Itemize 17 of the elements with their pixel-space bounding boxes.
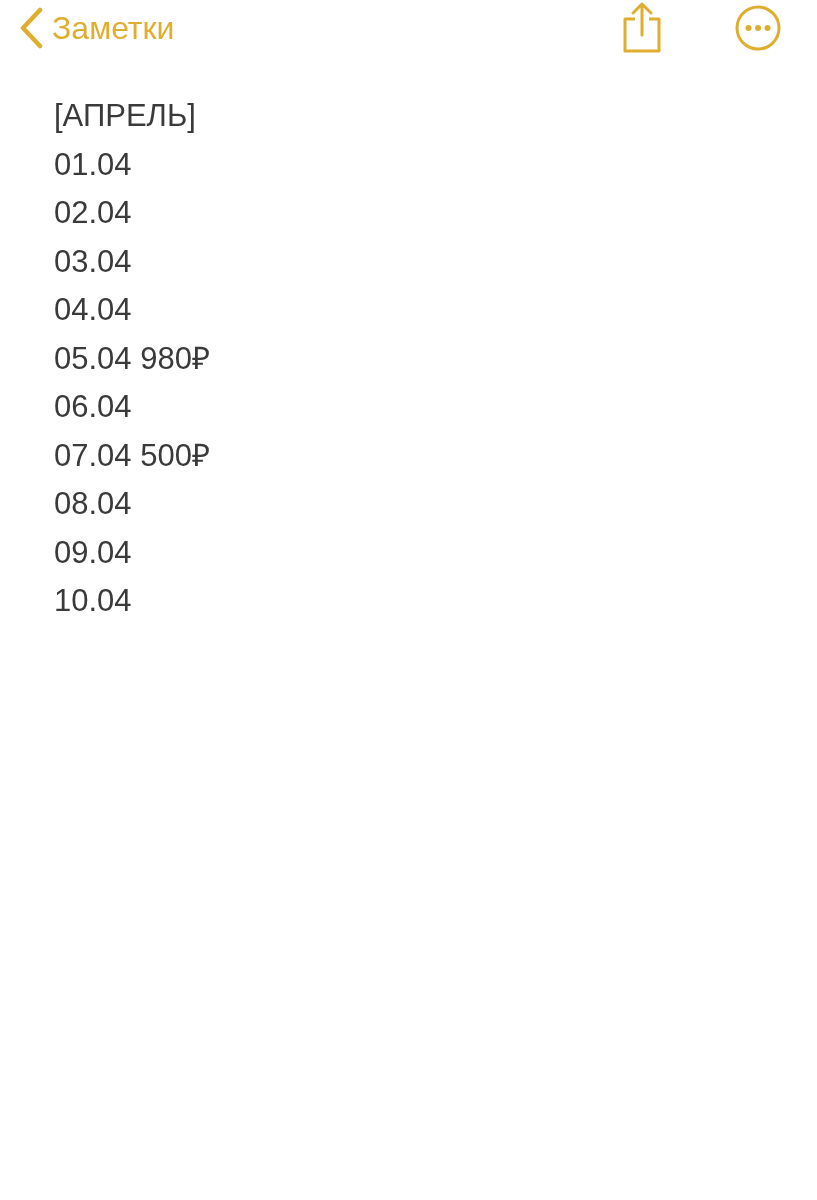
note-line: 02.04: [54, 195, 132, 230]
note-line: 09.04: [54, 534, 132, 570]
share-button[interactable]: [621, 2, 663, 54]
note-line: 05.04 980₽: [54, 340, 210, 376]
back-chevron-icon: [18, 7, 44, 49]
note-line: 07.04 500₽: [54, 437, 210, 473]
note-line: 08.04: [54, 486, 132, 521]
note-line: 04.04: [54, 292, 132, 327]
note-line: 01.04: [54, 146, 132, 182]
note-line: 03.04: [54, 243, 132, 279]
note-line: [АПРЕЛЬ]: [54, 98, 196, 133]
share-icon: [621, 2, 663, 54]
note-line: 10.04: [54, 583, 132, 618]
more-button[interactable]: [735, 5, 781, 51]
back-button[interactable]: Заметки: [18, 7, 175, 49]
note-line: 06.04: [54, 389, 132, 424]
more-icon: [735, 5, 781, 51]
